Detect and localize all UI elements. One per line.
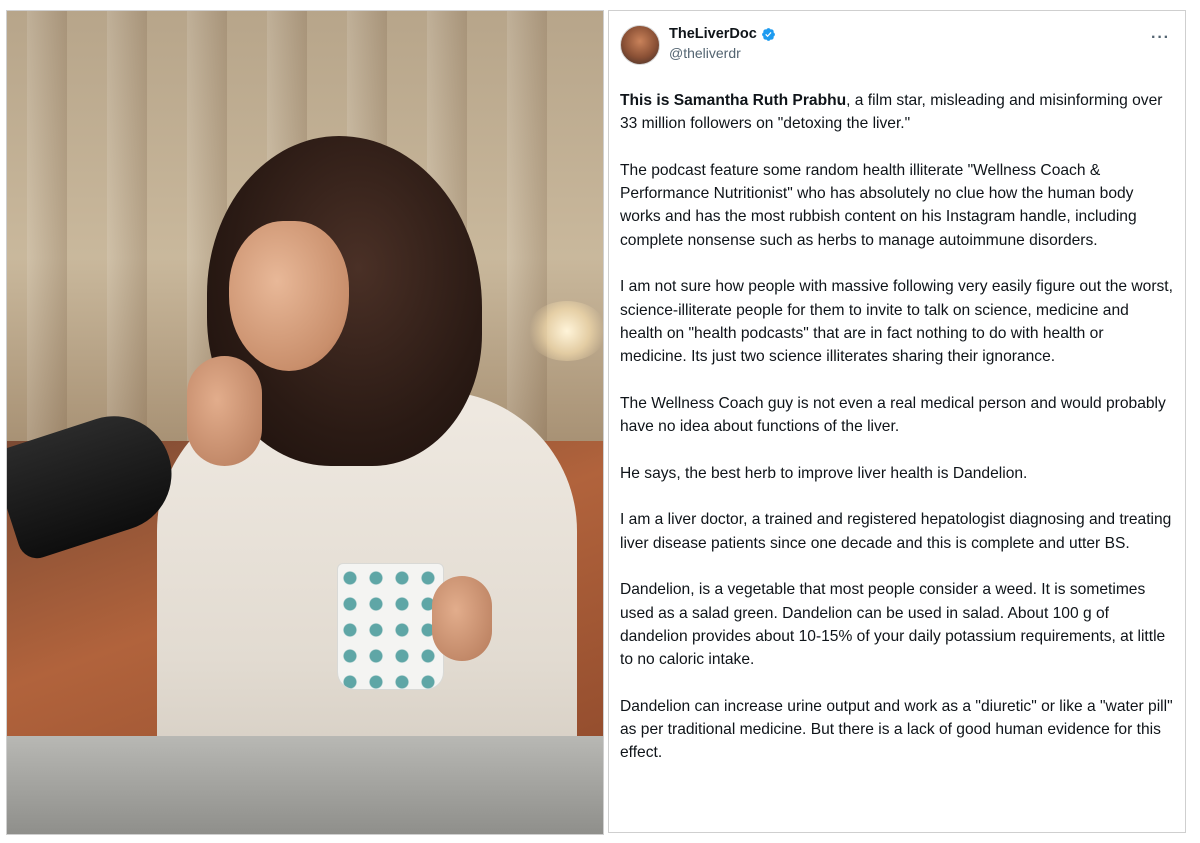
coffee-mug [337,563,444,690]
avatar[interactable] [620,25,660,65]
author-block: TheLiverDoc @theliverdr [669,25,776,63]
lamp-glow [527,301,603,361]
paragraph-text: Dandelion, is a vegetable that most peop… [620,581,1166,669]
paragraph-text: The Wellness Coach guy is not even a rea… [620,394,1166,436]
podcast-photo [6,10,604,835]
display-name[interactable]: TheLiverDoc [669,25,757,44]
curtain-stripe [27,11,67,481]
paragraph-text: I am a liver doctor, a trained and regis… [620,511,1172,552]
tweet-paragraph: I am not sure how people with massive fo… [620,275,1174,368]
paragraph-text: Dandelion can increase urine output and … [620,697,1173,762]
tweet-paragraph: This is Samantha Ruth Prabhu, a film sta… [620,89,1174,136]
trousers [7,736,603,834]
tweet-text: This is Samantha Ruth Prabhu, a film sta… [620,89,1174,765]
tweet-paragraph: I am a liver doctor, a trained and regis… [620,508,1174,555]
tweet-paragraph: Dandelion can increase urine output and … [620,695,1174,765]
verified-badge-icon [761,28,775,41]
display-name-row: TheLiverDoc [669,25,776,44]
curtain-stripe [107,11,147,481]
paragraph-text: I am not sure how people with massive fo… [620,278,1173,366]
paragraph-text: He says, the best herb to improve liver … [620,464,1028,482]
tweet-paragraph: Dandelion, is a vegetable that most peop… [620,578,1174,671]
more-options-icon[interactable]: ··· [1151,29,1170,47]
hand [432,576,492,661]
curtain-stripe [507,11,547,481]
handle[interactable]: @theliverdr [669,44,776,63]
tweet-card: TheLiverDoc @theliverdr ··· This is Sama… [608,10,1186,833]
bold-lead: This is Samantha Ruth Prabhu [620,92,847,109]
face [229,221,349,371]
tweet-paragraph: He says, the best herb to improve liver … [620,462,1174,485]
tweet-header: TheLiverDoc @theliverdr ··· [620,25,1174,73]
tweet-paragraph: The podcast feature some random health i… [620,159,1174,252]
hand [187,356,262,466]
tweet-paragraph: The Wellness Coach guy is not even a rea… [620,392,1174,439]
paragraph-text: The podcast feature some random health i… [620,161,1137,249]
